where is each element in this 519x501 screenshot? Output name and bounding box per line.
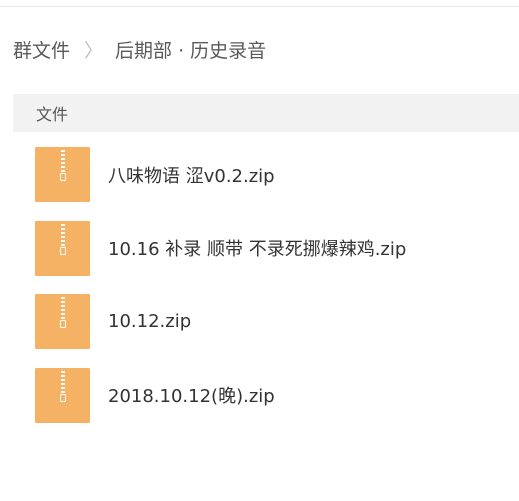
- zip-file-icon: [35, 220, 90, 276]
- file-name: 10.16 补录 顺带 不录死挪爆辣鸡.zip: [108, 239, 407, 261]
- file-name: 八味物语 涩v0.2.zip: [108, 165, 275, 187]
- group-files-window: 群文件 〉 后期部 · 历史录音 文件 八味物语 涩v0.2.zip 10.16…: [0, 0, 519, 501]
- breadcrumb-separator-icon: 〉: [84, 39, 104, 62]
- file-list: 八味物语 涩v0.2.zip 10.16 补录 顺带 不录死挪爆辣鸡.zip 1…: [13, 138, 519, 432]
- file-row[interactable]: 10.16 补录 顺带 不录死挪爆辣鸡.zip: [13, 212, 519, 286]
- column-header-file[interactable]: 文件: [36, 101, 68, 125]
- breadcrumb: 群文件 〉 后期部 · 历史录音: [13, 34, 266, 64]
- file-name: 10.12.zip: [108, 311, 192, 333]
- file-row[interactable]: 2018.10.12(晚).zip: [13, 359, 519, 433]
- zip-file-icon: [35, 147, 90, 203]
- top-divider: [0, 6, 519, 7]
- zip-file-icon: [35, 367, 90, 423]
- file-row[interactable]: 八味物语 涩v0.2.zip: [13, 138, 519, 212]
- breadcrumb-root-link[interactable]: 群文件: [13, 36, 70, 63]
- breadcrumb-current-folder: 后期部 · 历史录音: [115, 39, 267, 62]
- file-list-header: 文件: [13, 94, 519, 132]
- file-name: 2018.10.12(晚).zip: [108, 386, 275, 408]
- file-row[interactable]: 10.12.zip: [13, 285, 519, 359]
- zip-file-icon: [35, 294, 90, 350]
